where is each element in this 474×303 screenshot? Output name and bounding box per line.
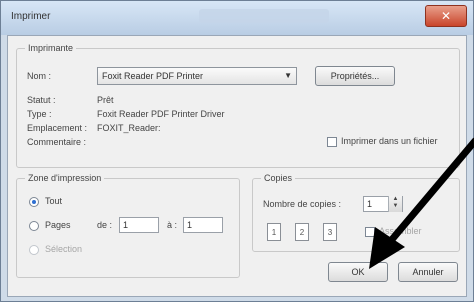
- copy-count-input[interactable]: 1 ▲ ▼: [363, 196, 403, 212]
- selection-label: Sélection: [45, 244, 83, 254]
- chevron-down-icon: ▼: [284, 71, 292, 80]
- collate-page-icon: 1: [267, 223, 281, 241]
- from-page-input[interactable]: 1: [119, 217, 159, 233]
- dialog-body: Imprimante Nom : Foxit Reader PDF Printe…: [7, 35, 467, 297]
- title-bar-blurred-region: [199, 9, 329, 23]
- all-pages-label: Tout: [45, 196, 63, 206]
- printer-select-value: Foxit Reader PDF Printer: [102, 71, 204, 81]
- spin-up-icon[interactable]: ▲: [389, 196, 402, 203]
- print-to-file-checkbox[interactable]: [327, 137, 337, 147]
- close-button[interactable]: ✕: [425, 5, 467, 27]
- printer-group-label: Imprimante: [25, 43, 77, 53]
- cancel-button[interactable]: Annuler: [398, 262, 458, 282]
- copies-group: Copies Nombre de copies : 1 ▲ ▼ 1 2 3 As…: [252, 173, 460, 252]
- pages-radio[interactable]: [29, 221, 39, 231]
- to-label: à :: [167, 220, 178, 230]
- print-range-group-label: Zone d'impression: [25, 173, 105, 183]
- printer-select[interactable]: Foxit Reader PDF Printer ▼: [97, 67, 297, 85]
- all-pages-radio[interactable]: [29, 197, 39, 207]
- copy-count-spinner[interactable]: ▲ ▼: [388, 196, 402, 212]
- selection-radio[interactable]: [29, 245, 39, 255]
- printer-group: Imprimante Nom : Foxit Reader PDF Printe…: [16, 43, 460, 168]
- copy-count-label: Nombre de copies :: [263, 199, 342, 209]
- print-dialog: Imprimer ✕ Imprimante Nom : Foxit Reader…: [0, 0, 474, 302]
- collate-label: Assembler: [379, 226, 422, 236]
- type-value: Foxit Reader PDF Printer Driver: [97, 109, 225, 119]
- window-title: Imprimer: [11, 11, 51, 22]
- pages-label: Pages: [45, 220, 71, 230]
- collate-checkbox[interactable]: [365, 227, 375, 237]
- collate-page-icon: 3: [323, 223, 337, 241]
- print-range-group: Zone d'impression Tout Pages de : 1 à : …: [16, 173, 240, 278]
- collate-page-icon: 2: [295, 223, 309, 241]
- from-label: de :: [97, 220, 113, 230]
- properties-button[interactable]: Propriétés...: [315, 66, 395, 86]
- name-label: Nom :: [27, 71, 52, 81]
- close-icon: ✕: [440, 9, 452, 23]
- spin-down-icon[interactable]: ▼: [389, 203, 402, 210]
- copies-group-label: Copies: [261, 173, 296, 183]
- status-label: Statut :: [27, 95, 56, 105]
- to-page-input[interactable]: 1: [183, 217, 223, 233]
- print-to-file-label: Imprimer dans un fichier: [341, 136, 438, 146]
- comment-label: Commentaire :: [27, 137, 87, 147]
- location-label: Emplacement :: [27, 123, 88, 133]
- copy-count-value: 1: [367, 199, 373, 209]
- title-bar[interactable]: Imprimer ✕: [1, 1, 473, 35]
- type-label: Type :: [27, 109, 52, 119]
- ok-button[interactable]: OK: [328, 262, 388, 282]
- location-value: FOXIT_Reader:: [97, 123, 161, 133]
- status-value: Prêt: [97, 95, 114, 105]
